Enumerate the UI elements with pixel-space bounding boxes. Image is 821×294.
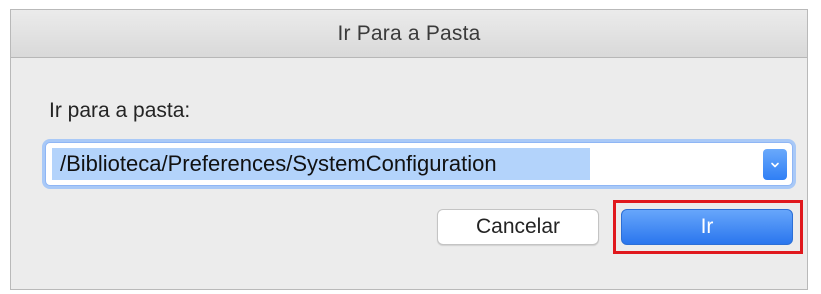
go-button[interactable]: Ir: [621, 209, 793, 245]
path-history-dropdown-button[interactable]: [763, 149, 787, 180]
chevron-down-icon: [771, 162, 779, 167]
dialog-title: Ir Para a Pasta: [337, 21, 481, 45]
folder-path-input[interactable]: [52, 148, 590, 180]
dialog-titlebar[interactable]: Ir Para a Pasta: [11, 10, 807, 58]
cancel-button[interactable]: Cancelar: [437, 209, 599, 245]
folder-prompt-label: Ir para a pasta:: [49, 99, 191, 122]
folder-path-combobox[interactable]: [45, 142, 793, 186]
